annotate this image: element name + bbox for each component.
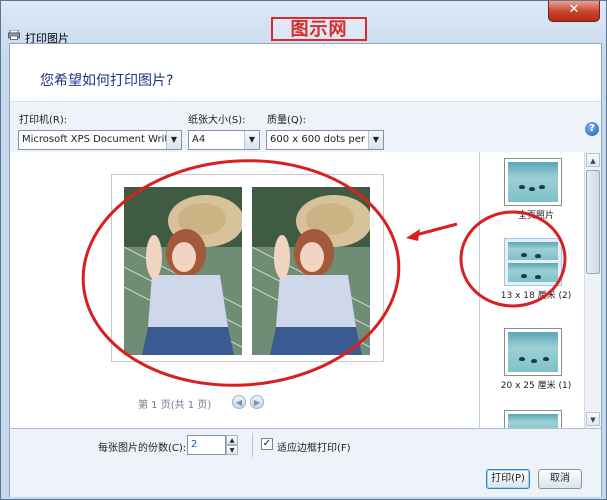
printer-icon bbox=[8, 30, 20, 40]
next-page-button[interactable]: ▶ bbox=[250, 395, 264, 409]
dialog-footer: 每张图片的份数(C): 2 ▲ ▼ ✓ 适应边框打印(F) 打印(P) 取消 bbox=[10, 428, 601, 497]
preview-photo-2 bbox=[252, 187, 370, 355]
chevron-down-icon: ▼ bbox=[368, 131, 383, 149]
layout-item-partial[interactable] bbox=[488, 410, 584, 428]
stepper-down-button[interactable]: ▼ bbox=[226, 445, 238, 455]
printer-label: 打印机(R): bbox=[19, 115, 68, 126]
print-dialog-window: 打印图片 图示网 ✕ 您希望如何打印图片? 打印机(R): Microsoft … bbox=[0, 0, 607, 500]
layout-label: 全页照片 bbox=[517, 211, 554, 221]
layout-label: 13 x 18 厘米 (2) bbox=[500, 291, 572, 301]
dialog-header: 您希望如何打印图片? bbox=[10, 44, 601, 101]
layout-scrollbar[interactable]: ▲ ▼ bbox=[584, 152, 601, 428]
quality-select[interactable]: 600 x 600 dots per inch ▼ bbox=[266, 130, 384, 150]
scroll-thumb[interactable] bbox=[586, 170, 600, 274]
stepper-up-button[interactable]: ▲ bbox=[226, 435, 238, 445]
paper-size-label: 纸张大小(S): bbox=[188, 115, 246, 126]
copies-label: 每张图片的份数(C): bbox=[98, 443, 187, 454]
footer-divider bbox=[252, 433, 253, 457]
layout-item-13x18[interactable]: 13 x 18 厘米 (2) bbox=[488, 238, 584, 302]
printer-select-value: Microsoft XPS Document Writer bbox=[22, 134, 179, 145]
layout-label: 20 x 25 厘米 (1) bbox=[500, 381, 572, 391]
chevron-down-icon: ▼ bbox=[244, 131, 259, 149]
help-icon[interactable]: ? bbox=[585, 122, 599, 136]
layout-item-20x25[interactable]: 20 x 25 厘米 (1) bbox=[488, 328, 584, 392]
title-bar[interactable]: 打印图片 图示网 ✕ bbox=[1, 1, 606, 45]
layout-thumbnail bbox=[504, 238, 562, 286]
copies-stepper[interactable]: ▲ ▼ bbox=[226, 435, 238, 455]
preview-photo-1 bbox=[124, 187, 242, 355]
paper-size-select-value: A4 bbox=[192, 134, 206, 145]
quality-label: 质量(Q): bbox=[267, 115, 307, 126]
print-button[interactable]: 打印(P) bbox=[486, 469, 530, 489]
layout-item-full-page[interactable]: 全页照片 bbox=[488, 158, 584, 222]
layout-thumbnail bbox=[504, 410, 562, 428]
scroll-down-button[interactable]: ▼ bbox=[586, 412, 600, 426]
cancel-button[interactable]: 取消 bbox=[538, 469, 582, 489]
watermark-logo: 图示网 bbox=[271, 17, 367, 41]
layout-list: 全页照片 13 x 18 厘米 (2) 20 x 25 厘米 (1) bbox=[480, 152, 601, 428]
layout-thumbnail bbox=[504, 328, 562, 376]
printer-select[interactable]: Microsoft XPS Document Writer ▼ bbox=[18, 130, 182, 150]
fit-frame-label[interactable]: 适应边框打印(F) bbox=[277, 439, 351, 454]
page-indicator: 第 1 页(共 1 页) bbox=[138, 400, 212, 411]
print-settings-bar: 打印机(R): Microsoft XPS Document Writer ▼ … bbox=[10, 101, 601, 153]
paper-size-select[interactable]: A4 ▼ bbox=[188, 130, 260, 150]
scroll-up-button[interactable]: ▲ bbox=[586, 153, 600, 167]
dialog-heading: 您希望如何打印图片? bbox=[40, 73, 174, 89]
copies-input[interactable]: 2 bbox=[187, 435, 226, 455]
fit-frame-checkbox[interactable]: ✓ bbox=[261, 438, 273, 450]
dialog-client-area: 您希望如何打印图片? 打印机(R): Microsoft XPS Documen… bbox=[9, 43, 602, 497]
previous-page-button[interactable]: ◀ bbox=[232, 395, 246, 409]
close-button[interactable]: ✕ bbox=[548, 1, 600, 22]
quality-select-value: 600 x 600 dots per inch bbox=[270, 134, 384, 145]
chevron-down-icon: ▼ bbox=[166, 131, 181, 149]
layout-thumbnail bbox=[504, 158, 562, 206]
preview-page bbox=[111, 174, 384, 362]
